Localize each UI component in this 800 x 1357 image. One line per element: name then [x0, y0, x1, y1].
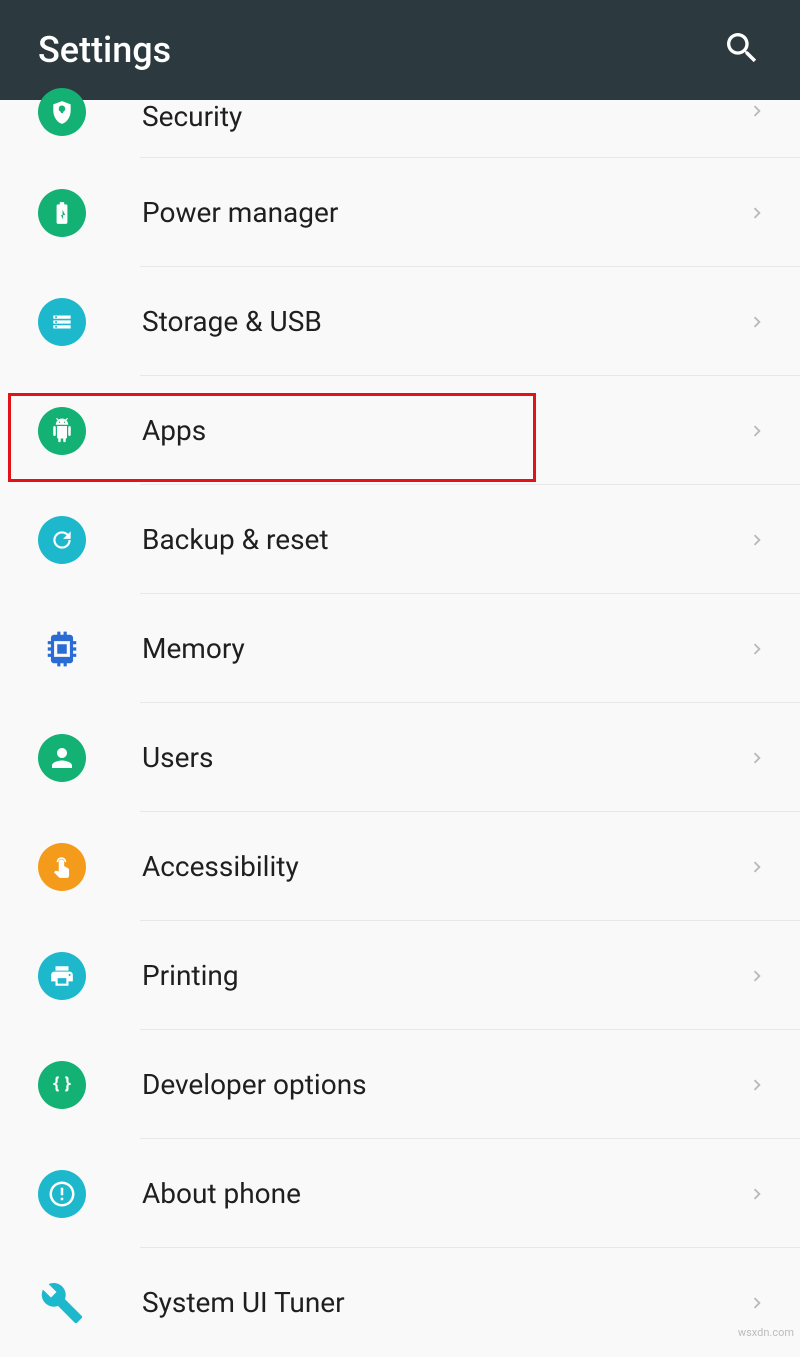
shield-icon: [38, 88, 86, 136]
wrench-icon: [38, 1281, 86, 1325]
search-icon: [722, 28, 762, 68]
settings-item-label: Memory: [142, 632, 746, 665]
storage-icon: [38, 298, 86, 346]
settings-item-users[interactable]: Users: [0, 703, 800, 812]
android-icon: [38, 407, 86, 455]
chevron-right-icon: [746, 202, 768, 224]
user-icon: [38, 734, 86, 782]
settings-list: Security Power manager Storage & USB App…: [0, 100, 800, 1357]
settings-item-label: System UI Tuner: [142, 1286, 746, 1319]
settings-item-label: Power manager: [142, 196, 746, 229]
printer-icon: [38, 952, 86, 1000]
chevron-right-icon: [746, 747, 768, 769]
info-icon: [38, 1170, 86, 1218]
settings-item-security[interactable]: Security: [0, 100, 800, 158]
settings-item-apps[interactable]: Apps: [0, 376, 800, 485]
settings-item-label: About phone: [142, 1177, 746, 1210]
settings-item-label: Backup & reset: [142, 523, 746, 556]
chevron-right-icon: [746, 311, 768, 333]
search-button[interactable]: [722, 28, 762, 72]
touch-icon: [38, 843, 86, 891]
chevron-right-icon: [746, 100, 768, 122]
settings-item-about-phone[interactable]: About phone: [0, 1139, 800, 1248]
settings-item-label: Apps: [142, 414, 746, 447]
refresh-icon: [38, 516, 86, 564]
settings-item-label: Users: [142, 741, 746, 774]
settings-item-label: Security: [142, 100, 746, 133]
settings-item-storage[interactable]: Storage & USB: [0, 267, 800, 376]
settings-item-developer-options[interactable]: Developer options: [0, 1030, 800, 1139]
settings-item-memory[interactable]: Memory: [0, 594, 800, 703]
settings-item-label: Storage & USB: [142, 305, 746, 338]
chevron-right-icon: [746, 856, 768, 878]
settings-item-label: Printing: [142, 959, 746, 992]
chevron-right-icon: [746, 529, 768, 551]
chevron-right-icon: [746, 965, 768, 987]
braces-icon: [38, 1061, 86, 1109]
app-header: Settings: [0, 0, 800, 100]
watermark: wsxdn.com: [738, 1326, 794, 1339]
memory-icon: [38, 630, 86, 668]
battery-icon: [38, 189, 86, 237]
chevron-right-icon: [746, 1074, 768, 1096]
settings-item-power-manager[interactable]: Power manager: [0, 158, 800, 267]
chevron-right-icon: [746, 1183, 768, 1205]
settings-item-backup-reset[interactable]: Backup & reset: [0, 485, 800, 594]
page-title: Settings: [38, 29, 171, 71]
chevron-right-icon: [746, 638, 768, 660]
settings-item-label: Accessibility: [142, 850, 746, 883]
settings-item-printing[interactable]: Printing: [0, 921, 800, 1030]
chevron-right-icon: [746, 1292, 768, 1314]
chevron-right-icon: [746, 420, 768, 442]
settings-item-label: Developer options: [142, 1068, 746, 1101]
settings-item-accessibility[interactable]: Accessibility: [0, 812, 800, 921]
